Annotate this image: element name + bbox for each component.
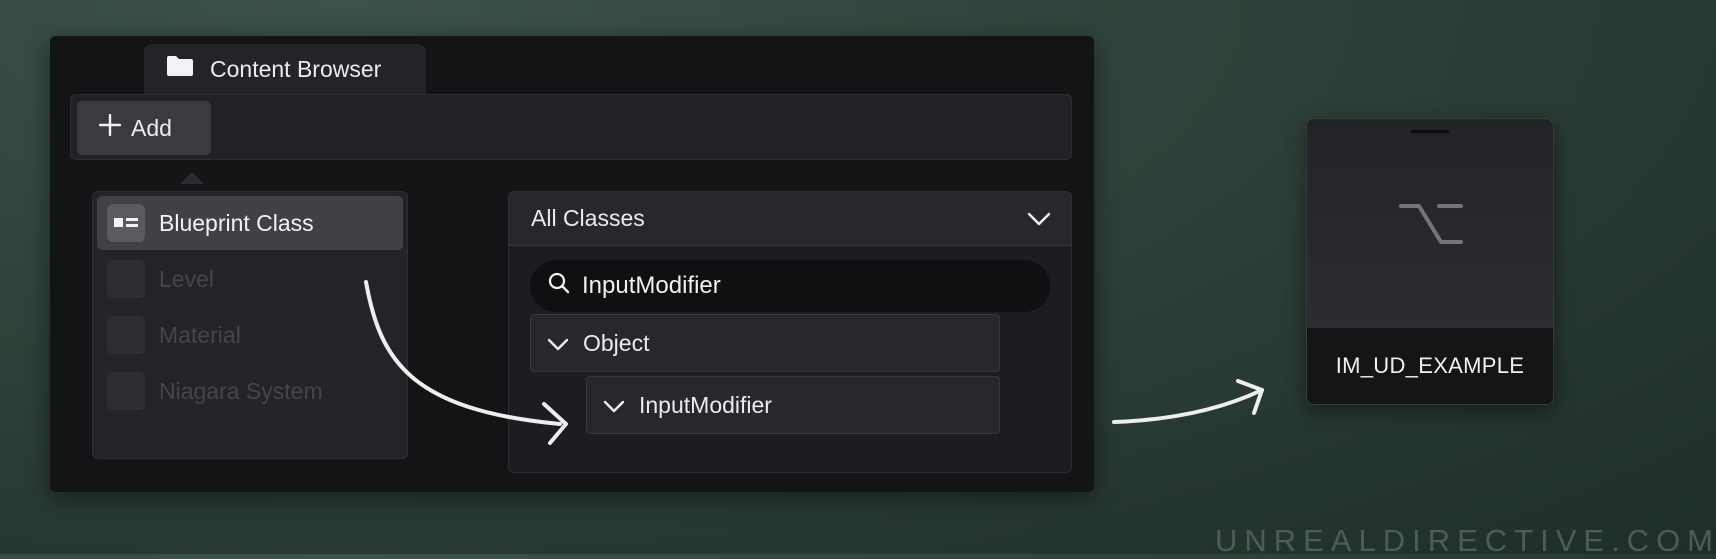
arrow-menu-to-tree [364, 280, 562, 426]
folder-icon [166, 55, 194, 83]
tab-label: Content Browser [210, 55, 382, 82]
tab-content-browser[interactable]: Content Browser [144, 44, 426, 94]
arrow-tree-to-asset [1112, 388, 1264, 424]
